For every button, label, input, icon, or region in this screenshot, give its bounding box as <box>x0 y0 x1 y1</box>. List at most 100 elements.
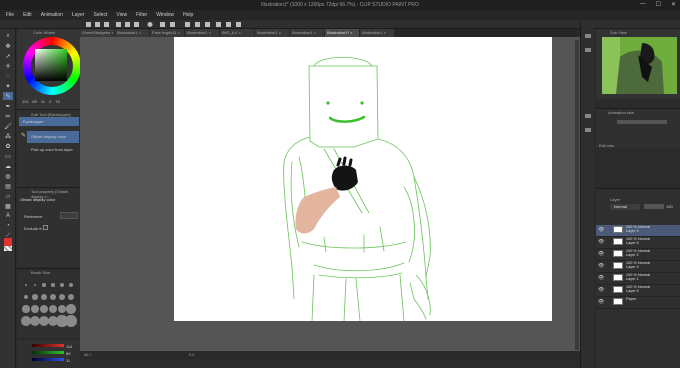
panel-icon[interactable] <box>585 114 591 118</box>
brush-size-dot[interactable] <box>41 294 47 300</box>
brush-size-dot[interactable] <box>50 294 56 300</box>
brush-size-dot[interactable] <box>42 283 46 287</box>
pen-tool-icon[interactable]: ✒ <box>3 102 13 110</box>
visibility-eye-icon[interactable]: 👁 <box>598 287 604 293</box>
tab-document[interactable]: Illustration1 × <box>360 29 394 37</box>
visibility-eye-icon[interactable]: 👁 <box>598 227 604 233</box>
cel-track[interactable] <box>617 120 667 124</box>
move-tool-icon[interactable]: ✥ <box>3 42 13 50</box>
reference-photo <box>602 37 677 94</box>
menu-filter[interactable]: Filter <box>136 12 147 18</box>
tab-document[interactable]: GreenStudgebo × <box>80 29 114 37</box>
brush-size-dot[interactable] <box>65 315 77 327</box>
red-value: 114 <box>66 344 73 349</box>
color-wheel-title: Color Wheel <box>33 30 56 35</box>
pencil-tool-icon[interactable]: ✏ <box>3 112 13 120</box>
eyedropper-tool-icon[interactable]: ✎ <box>3 92 13 100</box>
brush-size-dot[interactable] <box>32 294 38 300</box>
menu-help[interactable]: Help <box>183 12 193 18</box>
eraser-tool-icon[interactable]: ▭ <box>3 152 13 160</box>
drawing-canvas[interactable] <box>174 37 552 321</box>
figure-tool-icon[interactable]: ▱ <box>3 192 13 200</box>
reference-dropdown[interactable] <box>60 212 78 219</box>
green-slider[interactable] <box>32 351 64 354</box>
airbrush-tool-icon[interactable]: ⁂ <box>3 132 13 140</box>
zoom-value[interactable]: 66.7 <box>84 352 92 357</box>
menu-view[interactable]: View <box>116 12 127 18</box>
tab-document[interactable]: Face Irrgub11 × <box>150 29 184 37</box>
menu-file[interactable]: File <box>6 12 14 18</box>
menu-window[interactable]: Window <box>156 12 174 18</box>
balloon-tool-icon[interactable]: ◔ <box>3 222 13 230</box>
reference-image[interactable] <box>602 37 677 94</box>
layer-thumbnail <box>613 226 623 233</box>
operation-tool-icon[interactable]: ➚ <box>3 52 13 60</box>
tab-document[interactable]: Illustration1 × <box>290 29 324 37</box>
tab-document-active[interactable]: Illustration1* × <box>325 29 359 37</box>
visibility-eye-icon[interactable]: 👁 <box>598 299 604 305</box>
main-color-swatch[interactable] <box>4 238 12 246</box>
tab-document[interactable]: Illustration1 × <box>115 29 149 37</box>
rotation-value[interactable]: 0.0 <box>189 352 195 357</box>
layer-row[interactable]: 👁 Paper <box>596 297 680 309</box>
visibility-eye-icon[interactable]: 👁 <box>598 263 604 269</box>
visibility-eye-icon[interactable]: 👁 <box>598 275 604 281</box>
layer-row[interactable]: 👁 100 % Normal Layer 5 <box>596 285 680 297</box>
auto-select-tool-icon[interactable]: ✦ <box>3 82 13 90</box>
layer-thumbnail <box>613 274 623 281</box>
subtool-obtain-display-color[interactable]: Obtain display color <box>27 131 79 143</box>
panel-icon[interactable] <box>585 34 591 38</box>
saturation-value-square[interactable] <box>35 49 67 81</box>
close-button[interactable]: ✕ <box>671 1 676 8</box>
vertical-scrollbar[interactable] <box>575 40 579 350</box>
panel-icon[interactable] <box>585 48 591 52</box>
text-tool-icon[interactable]: A <box>3 212 13 220</box>
visibility-eye-icon[interactable]: 👁 <box>598 239 604 245</box>
menu-edit[interactable]: Edit <box>23 12 32 18</box>
layer-row[interactable]: 👁 100 % Normal Layer 3 <box>596 261 680 273</box>
panel-icon[interactable] <box>585 128 591 132</box>
move-layer-tool-icon[interactable]: ✛ <box>3 62 13 70</box>
layer-thumbnail <box>613 298 623 305</box>
tab-document[interactable]: IMG_6.4 × <box>220 29 254 37</box>
decoration-tool-icon[interactable]: ✿ <box>3 142 13 150</box>
visibility-eye-icon[interactable]: 👁 <box>598 251 604 257</box>
maximize-button[interactable]: ☐ <box>656 1 661 8</box>
tab-document[interactable]: Illustration1 × <box>255 29 289 37</box>
brush-tool-icon[interactable]: 🖌 <box>3 122 13 130</box>
layer-row[interactable]: 👁 100 % Normal Layer 2 <box>596 249 680 261</box>
minimize-button[interactable]: — <box>640 1 646 8</box>
blue-slider[interactable] <box>32 358 64 361</box>
brush-size-dot[interactable] <box>66 304 76 314</box>
brush-size-dot[interactable] <box>60 283 64 287</box>
brush-size-dot[interactable] <box>51 283 55 287</box>
layer-row[interactable]: 👁 100 % Normal Layer 1 <box>596 273 680 285</box>
layer-row[interactable]: 👁 100 % Normal Layer 6 <box>596 237 680 249</box>
layer-name: Layer 6 <box>626 241 639 245</box>
red-slider[interactable] <box>32 344 64 347</box>
gradient-tool-icon[interactable]: ▤ <box>3 182 13 190</box>
layer-panel-title: Layer <box>610 197 621 202</box>
brush-size-dot[interactable] <box>40 305 48 313</box>
frame-tool-icon[interactable]: ▦ <box>3 202 13 210</box>
subtool-eyedropper[interactable]: Eyedropper <box>19 117 79 126</box>
zoom-tool-icon[interactable]: ⌕ <box>3 32 13 40</box>
blend-mode-select[interactable]: Normal <box>610 204 640 210</box>
menu-select[interactable]: Select <box>93 12 107 18</box>
selection-tool-icon[interactable]: ◌ <box>3 72 13 80</box>
brush-size-dot[interactable] <box>31 305 39 313</box>
tab-document[interactable]: Illustration1 × <box>185 29 219 37</box>
window-title: Illustration1* (1000 x 1200px 72dpi 66.7… <box>261 2 419 8</box>
brush-size-dot[interactable] <box>22 305 30 313</box>
opacity-slider[interactable] <box>644 204 664 209</box>
opacity-value[interactable]: 100 <box>666 204 673 209</box>
menu-layer[interactable]: Layer <box>72 12 85 18</box>
menu-animation[interactable]: Animation <box>41 12 63 18</box>
exclude-checkbox[interactable] <box>43 225 48 230</box>
layer-label: 100 % Normal Layer 4 <box>626 225 650 233</box>
transparent-color-swatch[interactable] <box>4 246 12 251</box>
layer-row[interactable]: 👁 100 % Normal Layer 4 <box>596 225 680 237</box>
subtool-pick-up-color-from-layer[interactable]: Pick up color from layer <box>27 145 79 155</box>
blend-tool-icon[interactable]: ☁ <box>3 162 13 170</box>
fill-tool-icon[interactable]: ◍ <box>3 172 13 180</box>
